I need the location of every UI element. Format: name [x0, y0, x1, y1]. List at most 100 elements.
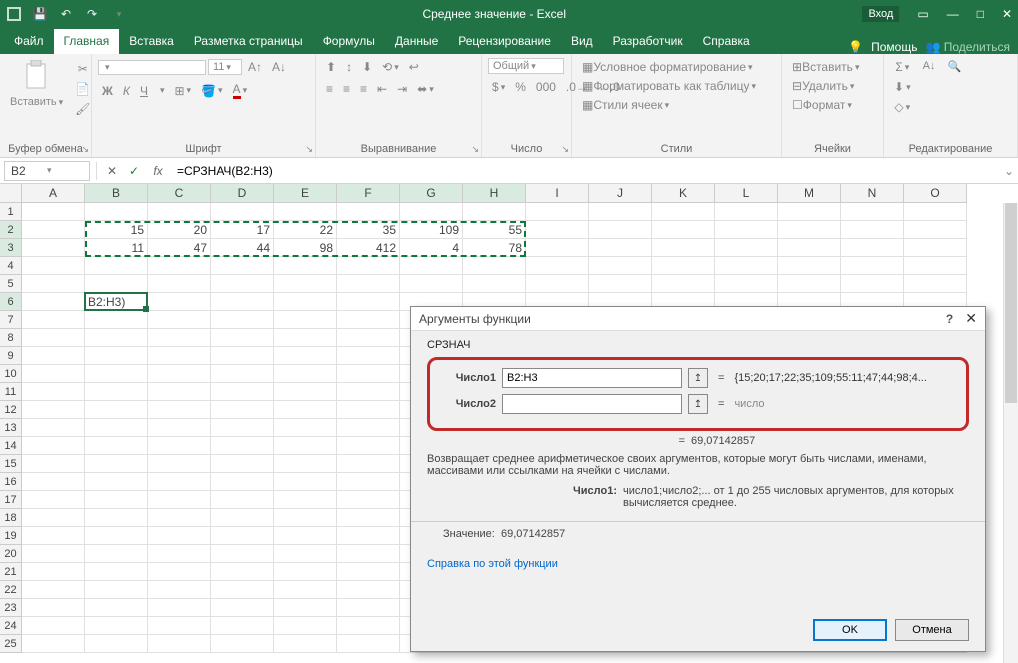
cell[interactable]: [211, 347, 274, 365]
cell[interactable]: [85, 527, 148, 545]
cell[interactable]: [715, 203, 778, 221]
cell[interactable]: [337, 455, 400, 473]
cell[interactable]: [85, 383, 148, 401]
arg2-input[interactable]: [502, 394, 682, 414]
undo-icon[interactable]: ↶: [58, 6, 74, 22]
row-header[interactable]: 8: [0, 329, 22, 347]
row-header[interactable]: 4: [0, 257, 22, 275]
enter-formula-icon[interactable]: ✓: [123, 164, 145, 178]
cell[interactable]: [211, 563, 274, 581]
dialog-titlebar[interactable]: Аргументы функции ? ✕: [411, 307, 985, 331]
cell[interactable]: [274, 527, 337, 545]
cell[interactable]: [211, 635, 274, 653]
format-cells-button[interactable]: ☐ Формат: [788, 96, 856, 114]
cell[interactable]: [148, 563, 211, 581]
merge-icon[interactable]: ⬌: [413, 80, 438, 98]
cell[interactable]: [22, 473, 85, 491]
column-header[interactable]: O: [904, 184, 967, 203]
cell[interactable]: [778, 203, 841, 221]
cell[interactable]: [211, 293, 274, 311]
cell[interactable]: [337, 527, 400, 545]
cell[interactable]: [778, 239, 841, 257]
cell[interactable]: [22, 329, 85, 347]
cell[interactable]: [148, 491, 211, 509]
cell[interactable]: [274, 293, 337, 311]
arg1-refedit-icon[interactable]: ↥: [688, 368, 708, 388]
cell[interactable]: [337, 545, 400, 563]
comma-icon[interactable]: 000: [532, 78, 560, 96]
column-header[interactable]: J: [589, 184, 652, 203]
tab-developer[interactable]: Разработчик: [603, 29, 693, 54]
row-header[interactable]: 25: [0, 635, 22, 653]
cell[interactable]: [274, 275, 337, 293]
cell[interactable]: [337, 437, 400, 455]
tab-page-layout[interactable]: Разметка страницы: [184, 29, 313, 54]
cell[interactable]: [22, 401, 85, 419]
cell[interactable]: [463, 203, 526, 221]
cell[interactable]: [337, 347, 400, 365]
tab-insert[interactable]: Вставка: [119, 29, 184, 54]
cell[interactable]: [22, 311, 85, 329]
row-header[interactable]: 12: [0, 401, 22, 419]
cell[interactable]: [22, 203, 85, 221]
tab-formulas[interactable]: Формулы: [313, 29, 385, 54]
cell[interactable]: [337, 617, 400, 635]
align-left-icon[interactable]: ≡: [322, 80, 337, 98]
cell[interactable]: [148, 293, 211, 311]
cancel-formula-icon[interactable]: ✕: [101, 164, 123, 178]
column-headers[interactable]: ABCDEFGHIJKLMNO: [22, 184, 967, 203]
bold-button[interactable]: Ж: [98, 82, 117, 100]
cell[interactable]: [22, 221, 85, 239]
row-header[interactable]: 18: [0, 509, 22, 527]
cell[interactable]: [148, 329, 211, 347]
cancel-button[interactable]: Отмена: [895, 619, 969, 641]
cell[interactable]: [85, 455, 148, 473]
cell[interactable]: [22, 491, 85, 509]
cell[interactable]: [337, 473, 400, 491]
ribbon-options-icon[interactable]: ▭: [917, 7, 928, 21]
cell[interactable]: [22, 365, 85, 383]
cell[interactable]: [778, 275, 841, 293]
column-header[interactable]: K: [652, 184, 715, 203]
column-header[interactable]: I: [526, 184, 589, 203]
italic-button[interactable]: К: [119, 82, 134, 100]
autosum-icon[interactable]: Σ: [890, 58, 915, 76]
font-launcher-icon[interactable]: ↘: [305, 144, 313, 155]
cell[interactable]: [841, 275, 904, 293]
tab-view[interactable]: Вид: [561, 29, 603, 54]
cell[interactable]: B2:H3): [85, 293, 148, 311]
underline-more-icon[interactable]: [154, 83, 169, 98]
row-header[interactable]: 24: [0, 617, 22, 635]
cut-icon[interactable]: ✂: [71, 60, 94, 78]
copy-icon[interactable]: 📄: [71, 80, 94, 98]
cell[interactable]: [148, 347, 211, 365]
cell[interactable]: [148, 635, 211, 653]
cell[interactable]: [337, 293, 400, 311]
clipboard-launcher-icon[interactable]: ↘: [81, 144, 89, 155]
cell[interactable]: [148, 545, 211, 563]
underline-button[interactable]: Ч: [136, 82, 152, 100]
cell[interactable]: [148, 599, 211, 617]
format-painter-icon[interactable]: 🖌: [71, 100, 94, 118]
border-icon[interactable]: ⊞: [170, 82, 195, 100]
cell[interactable]: [148, 473, 211, 491]
row-header[interactable]: 15: [0, 455, 22, 473]
cell[interactable]: [148, 581, 211, 599]
cell[interactable]: [652, 203, 715, 221]
cell[interactable]: 4: [400, 239, 463, 257]
tell-me-icon[interactable]: 💡: [848, 40, 863, 54]
cell[interactable]: [274, 257, 337, 275]
cell[interactable]: [211, 527, 274, 545]
row-header[interactable]: 19: [0, 527, 22, 545]
row-header[interactable]: 22: [0, 581, 22, 599]
cell[interactable]: [589, 203, 652, 221]
align-right-icon[interactable]: ≡: [356, 80, 371, 98]
cell[interactable]: [211, 455, 274, 473]
cell[interactable]: [400, 203, 463, 221]
cell[interactable]: [22, 455, 85, 473]
cell[interactable]: [148, 383, 211, 401]
row-header[interactable]: 20: [0, 545, 22, 563]
row-header[interactable]: 17: [0, 491, 22, 509]
row-headers[interactable]: 1234567891011121314151617181920212223242…: [0, 203, 22, 653]
cell[interactable]: [337, 635, 400, 653]
